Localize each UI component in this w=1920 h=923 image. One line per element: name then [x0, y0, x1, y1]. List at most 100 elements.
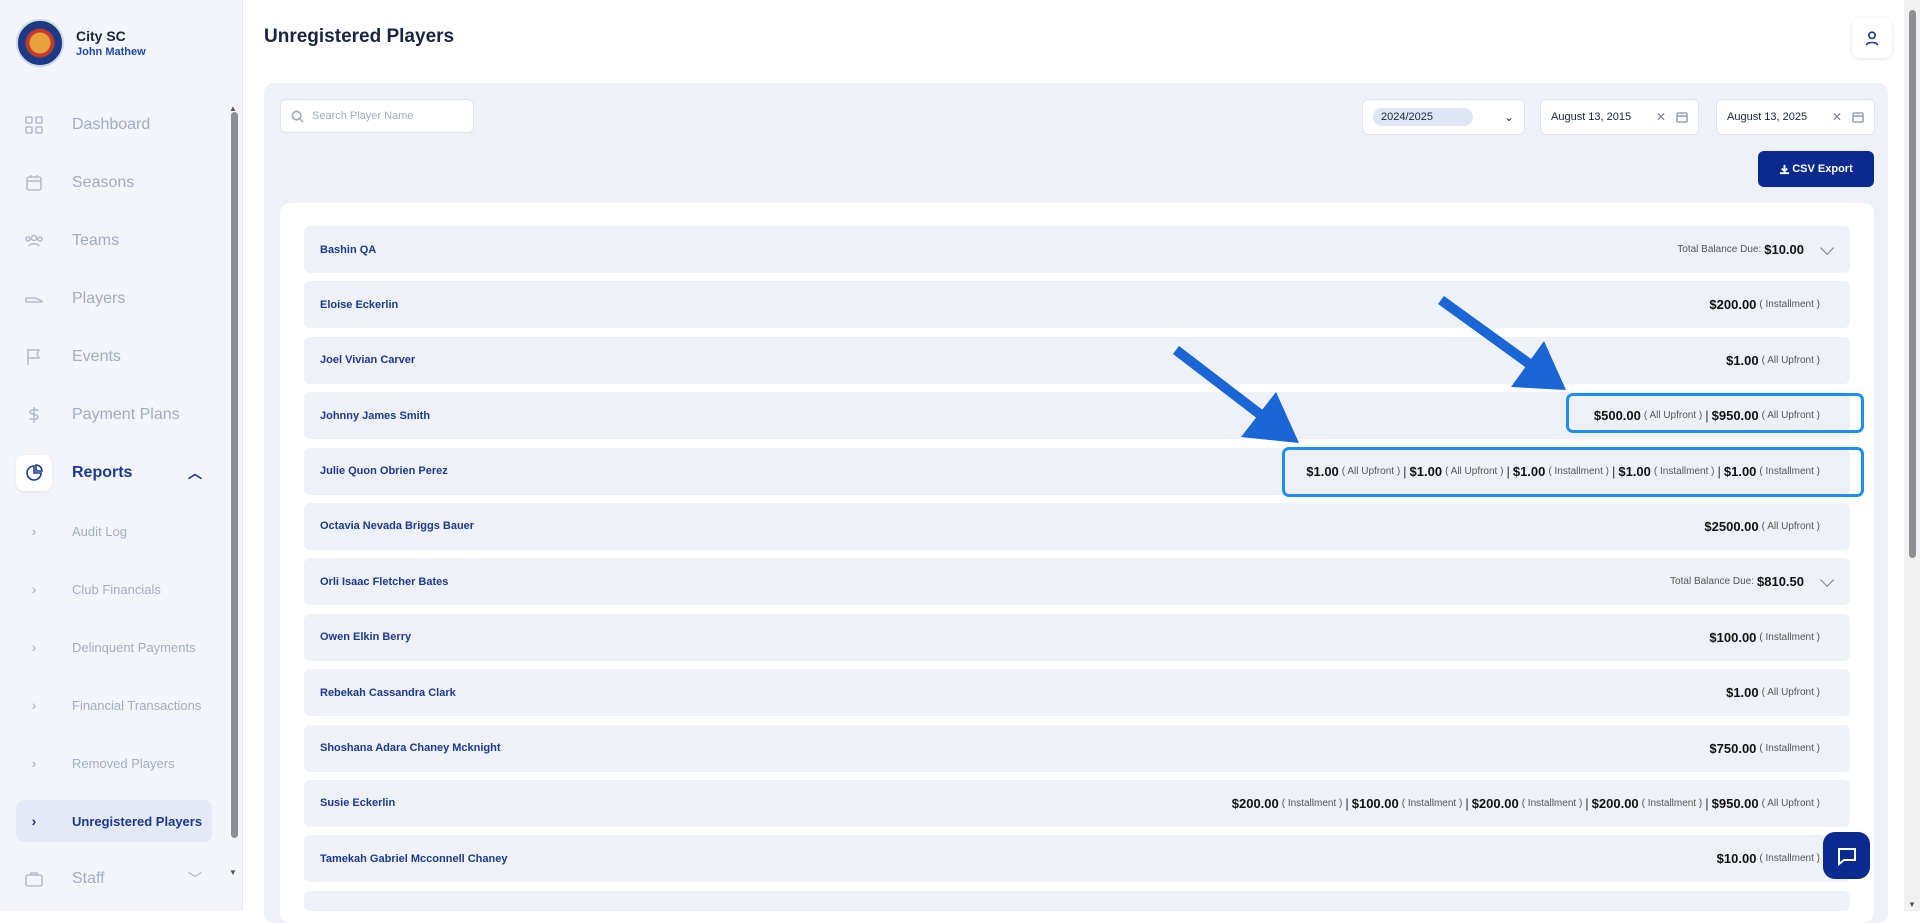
sidebar-subitem-unregistered-players[interactable]: › Unregistered Players — [16, 800, 212, 842]
sidebar: City SC John Mathew Dashboard Seasons Te… — [0, 0, 243, 911]
sidebar-item-seasons[interactable]: Seasons — [16, 154, 212, 212]
csv-export-label: CSV Export — [1792, 163, 1853, 175]
calendar-icon[interactable] — [1852, 111, 1864, 123]
chevron-down-icon[interactable] — [1820, 240, 1835, 255]
chevron-right-icon: › — [31, 639, 37, 655]
calendar-icon[interactable] — [1676, 111, 1688, 123]
sidebar-item-teams[interactable]: Teams — [16, 212, 212, 270]
sidebar-item-players[interactable]: Players — [16, 270, 212, 328]
flag-icon — [16, 339, 52, 375]
sidebar-subitem-label: Financial Transactions — [72, 697, 202, 713]
search-input[interactable] — [312, 110, 462, 122]
list-item[interactable]: Owen Elkin Berry $100.00( Installment ) — [304, 613, 1850, 661]
payment-amount: $100.00 — [1709, 629, 1757, 645]
page-title: Unregistered Players — [264, 26, 455, 47]
player-name: Orli Isaac Fletcher Bates — [320, 575, 449, 588]
report-panel: 2024/2025 ⌄ August 13, 2015 ✕ August 13,… — [264, 83, 1888, 923]
sidebar-subitem-label: Club Financials — [72, 581, 161, 597]
player-name: Shoshana Adara Chaney Mcknight — [320, 742, 501, 755]
clear-icon[interactable]: ✕ — [1656, 110, 1666, 124]
sidebar-subitem-audit-log[interactable]: › Audit Log — [16, 502, 212, 560]
payment-type: ( Installment ) — [1641, 797, 1703, 809]
highlight-box — [1282, 447, 1864, 497]
payment-type: ( Installment ) — [1759, 299, 1820, 311]
list-item[interactable]: Tamekah Gabriel Mcconnell Chaney $10.00(… — [304, 835, 1850, 883]
separator: | — [1705, 795, 1709, 811]
balance-amount: $10.00 — [1764, 242, 1804, 257]
end-date-value: August 13, 2025 — [1727, 111, 1808, 123]
scroll-down-arrow[interactable]: ▼ — [229, 868, 237, 877]
chat-icon — [1837, 847, 1856, 866]
sidebar-item-label: Dashboard — [72, 116, 151, 133]
list-item[interactable]: Susie Eckerlin $200.00( Installment ) | … — [304, 779, 1850, 827]
payment-type: ( Installment ) — [1281, 797, 1343, 809]
chevron-right-icon: › — [31, 813, 37, 829]
chevron-right-icon: › — [31, 755, 37, 771]
sidebar-item-events[interactable]: Events — [16, 328, 212, 386]
sidebar-item-dashboard[interactable]: Dashboard — [16, 96, 212, 154]
player-name: Eloise Eckerlin — [320, 298, 399, 311]
sidebar-subitem-club-financials[interactable]: › Club Financials — [16, 560, 212, 618]
search-input-wrapper[interactable] — [280, 99, 474, 133]
separator: | — [1585, 795, 1589, 811]
balance-label: Total Balance Due: — [1677, 244, 1762, 255]
highlight-box — [1566, 393, 1864, 433]
list-item[interactable] — [304, 890, 1850, 911]
annotation-arrow — [1172, 346, 1299, 443]
list-item[interactable]: Orli Isaac Fletcher Bates Total Balance … — [304, 558, 1850, 606]
end-date-field[interactable]: August 13, 2025 ✕ — [1716, 99, 1875, 135]
list-item[interactable]: Shoshana Adara Chaney Mcknight $750.00( … — [304, 724, 1850, 772]
payment-amount: $1.00 — [1726, 352, 1759, 368]
sidebar-item-payment-plans[interactable]: Payment Plans — [16, 386, 212, 444]
balance-amount: $810.50 — [1757, 574, 1804, 590]
csv-export-button[interactable]: CSV Export — [1758, 151, 1874, 187]
list-item[interactable]: Bashin QA Total Balance Due: $10.00 — [304, 226, 1850, 273]
sidebar-item-label: Staff — [72, 870, 105, 887]
sidebar-item-staff[interactable]: Staff ﹀ — [16, 850, 212, 908]
payment-amount: $1.00 — [1726, 685, 1759, 701]
sidebar-item-label: Teams — [72, 232, 120, 249]
sidebar-subitem-label: Unregistered Players — [72, 813, 203, 829]
sidebar-scrollbar[interactable] — [231, 112, 238, 838]
sidebar-item-label: Events — [72, 348, 121, 365]
club-name: City SC — [76, 28, 126, 44]
user-icon — [1865, 31, 1879, 46]
payment-type: ( Installment ) — [1401, 797, 1463, 809]
chevron-down-icon: ﹀ — [188, 871, 202, 887]
start-date-value: August 13, 2015 — [1551, 111, 1632, 123]
sidebar-subitem-removed-players[interactable]: › Removed Players — [16, 734, 212, 792]
list-item[interactable]: Eloise Eckerlin $200.00( Installment ) — [304, 281, 1850, 329]
search-icon — [291, 110, 304, 123]
main-content: Unregistered Players 2024/2025 ⌄ August … — [243, 0, 1920, 923]
chat-support-button[interactable] — [1823, 832, 1870, 879]
brand[interactable]: City SC John Mathew — [16, 19, 146, 67]
players-list: Bashin QA Total Balance Due: $10.00 Eloi… — [280, 203, 1874, 923]
page-scrollbar-thumb[interactable] — [1909, 10, 1916, 558]
chevron-right-icon: › — [31, 697, 37, 713]
payment-amount: $100.00 — [1351, 795, 1399, 811]
sidebar-subitem-label: Audit Log — [72, 523, 127, 539]
sidebar-subitem-delinquent-payments[interactable]: › Delinquent Payments — [16, 618, 212, 676]
payment-amount: $2500.00 — [1704, 518, 1759, 534]
clear-icon[interactable]: ✕ — [1832, 110, 1842, 124]
sidebar-item-reports[interactable]: Reports ︿ — [16, 444, 212, 502]
page-scrollbar[interactable]: ▼ — [1904, 0, 1920, 911]
player-name: Johnny James Smith — [320, 409, 431, 422]
season-select[interactable]: 2024/2025 ⌄ — [1362, 99, 1525, 135]
shoe-icon — [16, 281, 52, 317]
sidebar-nav: Dashboard Seasons Teams Players Events P… — [16, 96, 212, 908]
sidebar-subitem-financial-transactions[interactable]: › Financial Transactions — [16, 676, 212, 734]
start-date-field[interactable]: August 13, 2015 ✕ — [1540, 99, 1699, 135]
briefcase-icon — [16, 861, 52, 897]
scroll-down-arrow[interactable]: ▼ — [1908, 900, 1916, 909]
payment-amount: $10.00 — [1716, 851, 1757, 867]
list-item[interactable]: Rebekah Cassandra Clark $1.00( All Upfro… — [304, 669, 1850, 717]
user-name: John Mathew — [76, 46, 146, 58]
list-item[interactable]: Joel Vivian Carver $1.00( All Upfront ) — [304, 336, 1850, 384]
annotation-arrow — [1438, 295, 1566, 390]
list-item[interactable]: Octavia Nevada Briggs Bauer $2500.00( Al… — [304, 502, 1850, 550]
player-name: Julie Quon Obrien Perez — [320, 465, 448, 478]
user-menu-button[interactable] — [1852, 18, 1892, 58]
chevron-down-icon[interactable] — [1820, 572, 1835, 587]
chevron-right-icon: › — [31, 523, 37, 539]
